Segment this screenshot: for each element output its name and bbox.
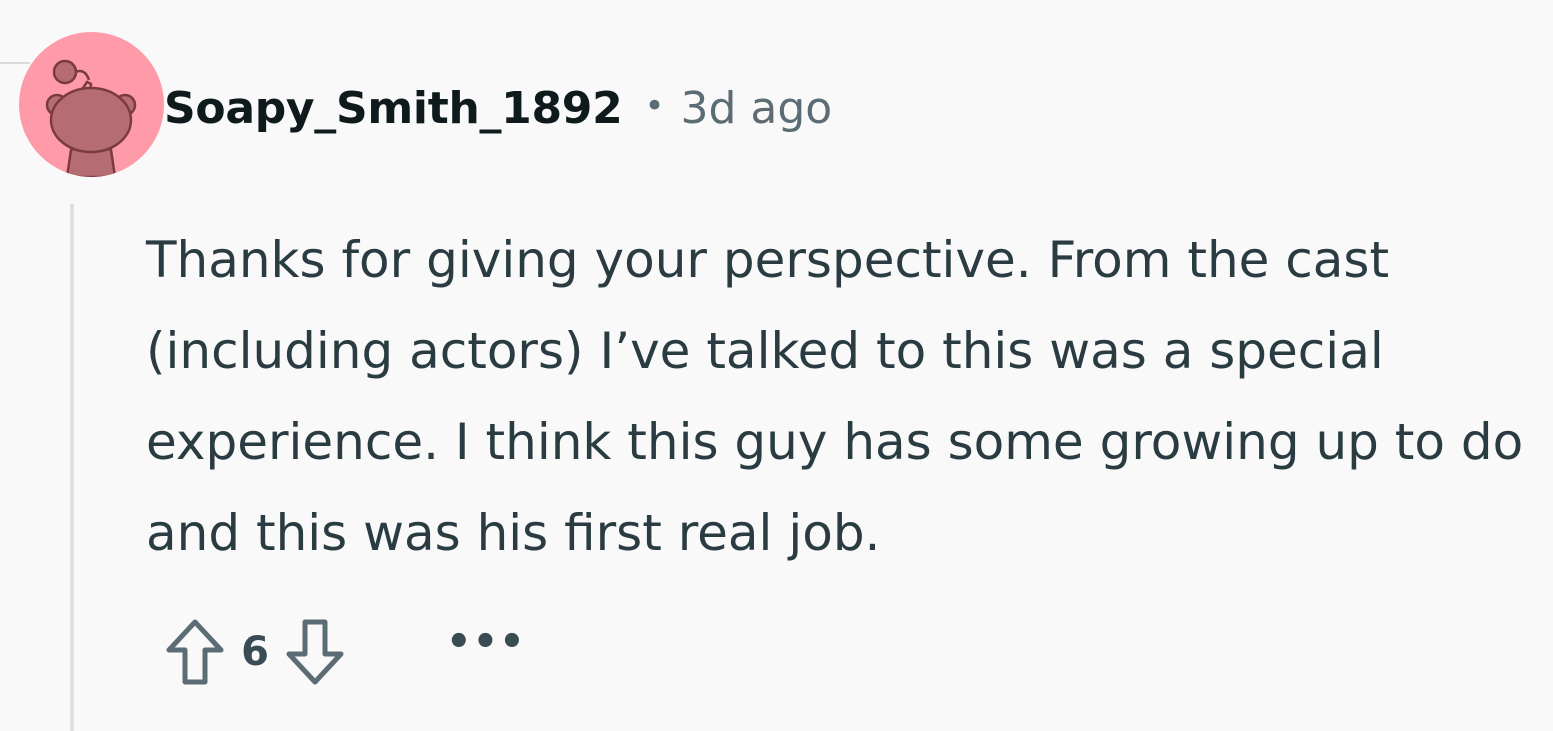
- vote-score: 6: [241, 629, 269, 675]
- upvote-arrow-icon: [166, 619, 224, 685]
- comment-actions: 6 •••: [160, 612, 526, 692]
- overflow-menu-button[interactable]: •••: [446, 619, 526, 665]
- downvote-arrow-icon: [286, 619, 344, 685]
- author-avatar[interactable]: [19, 32, 164, 177]
- timestamp[interactable]: 3d ago: [681, 83, 833, 134]
- comment-text: Thanks for giving your perspective. From…: [146, 231, 1524, 562]
- upvote-button[interactable]: [160, 612, 230, 692]
- downvote-button[interactable]: [280, 612, 350, 692]
- meta-separator: •: [644, 86, 665, 126]
- comment-meta: Soapy_Smith_1892 • 3d ago: [164, 78, 832, 138]
- thread-line[interactable]: [70, 204, 74, 731]
- author-name[interactable]: Soapy_Smith_1892: [164, 83, 623, 134]
- comment-body: Thanks for giving your perspective. From…: [146, 215, 1541, 579]
- snoo-avatar-icon: [45, 59, 137, 177]
